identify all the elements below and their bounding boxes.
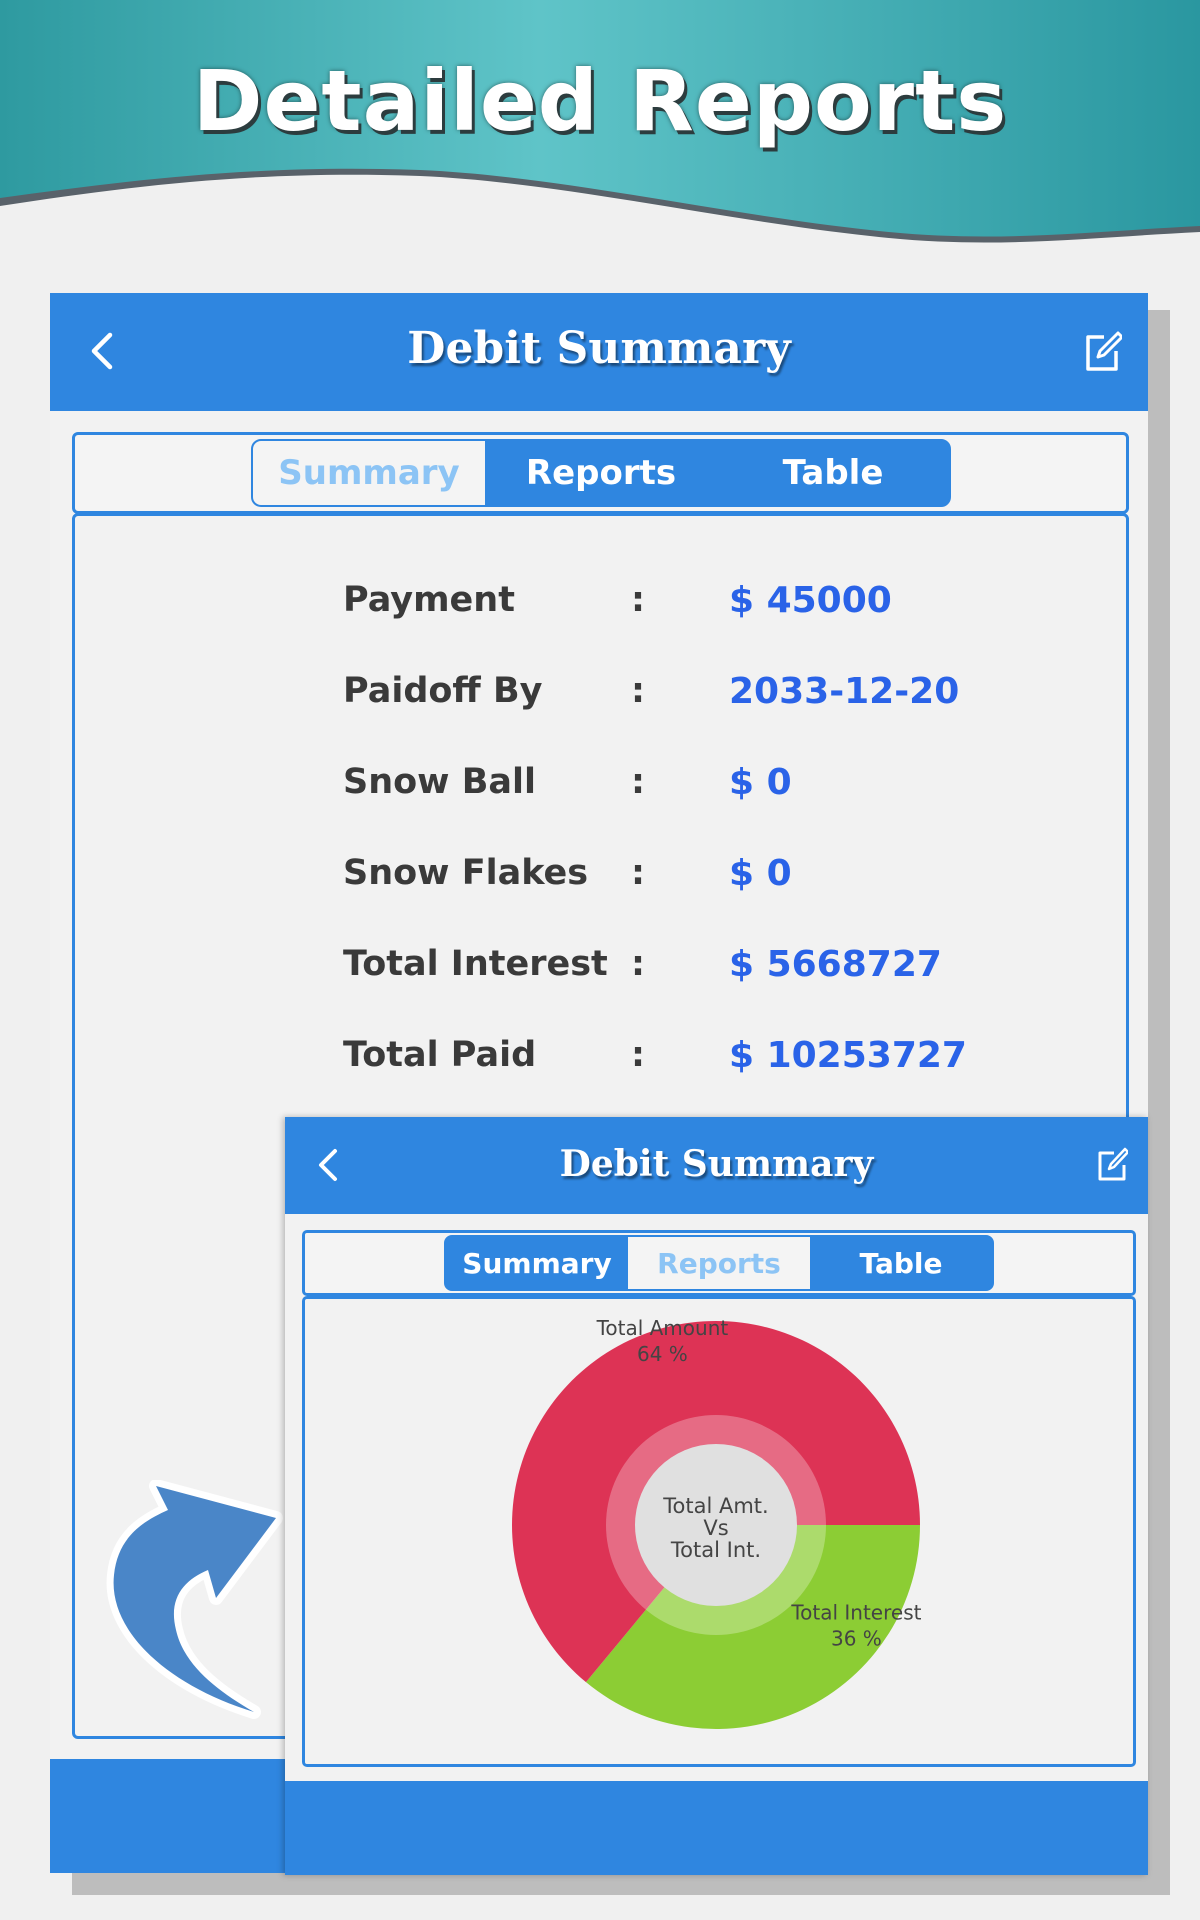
row-label: Snow Ball (343, 762, 536, 802)
tab-reports[interactable]: Reports (628, 1237, 810, 1289)
edit-icon[interactable] (1096, 1147, 1128, 1183)
screen-title: Debit Summary (407, 323, 791, 374)
edit-icon[interactable] (1082, 329, 1122, 373)
row-total-paid: Total Paid : $ 10253727 (75, 1027, 1126, 1087)
row-label: Payment (343, 580, 515, 620)
promo-banner: Detailed Reports (0, 0, 1200, 270)
tab-summary[interactable]: Summary (446, 1237, 628, 1289)
reports-screen: Debit Summary Summary Reports Table Tota… (285, 1117, 1148, 1875)
row-paidoff-by: Paidoff By : 2033-12-20 (75, 663, 1126, 723)
donut-chart: Total Amt.VsTotal Int. Total Interest36 … (512, 1316, 922, 1729)
row-separator: : (631, 944, 645, 984)
segmented-control: Summary Reports Table (444, 1235, 994, 1291)
slice-label: Total Amount (596, 1316, 729, 1340)
app-bar: Debit Summary (285, 1117, 1148, 1214)
tab-summary[interactable]: Summary (253, 441, 485, 505)
row-label: Total Paid (343, 1035, 537, 1075)
row-value: $ 0 (729, 853, 792, 894)
banner-title: Detailed Reports (192, 52, 1008, 150)
slice-percent: 64 % (637, 1342, 688, 1366)
row-value: $ 0 (729, 762, 792, 803)
slice-label: Total Interest (790, 1601, 921, 1625)
tab-reports[interactable]: Reports (485, 441, 717, 505)
tab-table[interactable]: Table (810, 1237, 992, 1289)
row-label: Snow Flakes (343, 853, 589, 893)
segmented-control: Summary Reports Table (251, 439, 951, 507)
row-value: $ 10253727 (729, 1035, 967, 1076)
curved-arrow-icon (106, 1480, 283, 1719)
row-snow-flakes: Snow Flakes : $ 0 (75, 845, 1126, 905)
row-value: $ 45000 (729, 580, 892, 621)
row-separator: : (631, 1035, 645, 1075)
tab-table[interactable]: Table (717, 441, 949, 505)
row-separator: : (631, 853, 645, 893)
row-label: Total Interest (343, 944, 608, 984)
row-value: $ 5668727 (729, 944, 942, 985)
row-total-interest: Total Interest : $ 5668727 (75, 936, 1126, 996)
chart-panel: Total Amt. Vs Total Int. Total Interest 36 … (302, 1296, 1136, 1767)
row-value: 2033-12-20 (729, 671, 960, 712)
center-label-line: Total Int. (670, 1538, 761, 1562)
row-separator: : (631, 671, 645, 711)
slice-percent: 36 % (831, 1627, 882, 1651)
row-separator: : (631, 580, 645, 620)
row-separator: : (631, 762, 645, 802)
row-label: Paidoff By (343, 671, 543, 711)
bottom-bar (285, 1781, 1148, 1875)
tab-bar: Summary Reports Table (302, 1230, 1136, 1296)
app-bar: Debit Summary (50, 293, 1148, 411)
tab-bar: Summary Reports Table (72, 432, 1129, 514)
screen-title: Debit Summary (559, 1143, 874, 1185)
row-payment: Payment : $ 45000 (75, 572, 1126, 632)
center-label-line: Total Amt. (662, 1494, 768, 1518)
row-snow-ball: Snow Ball : $ 0 (75, 754, 1126, 814)
center-label-line: Vs (703, 1516, 728, 1540)
